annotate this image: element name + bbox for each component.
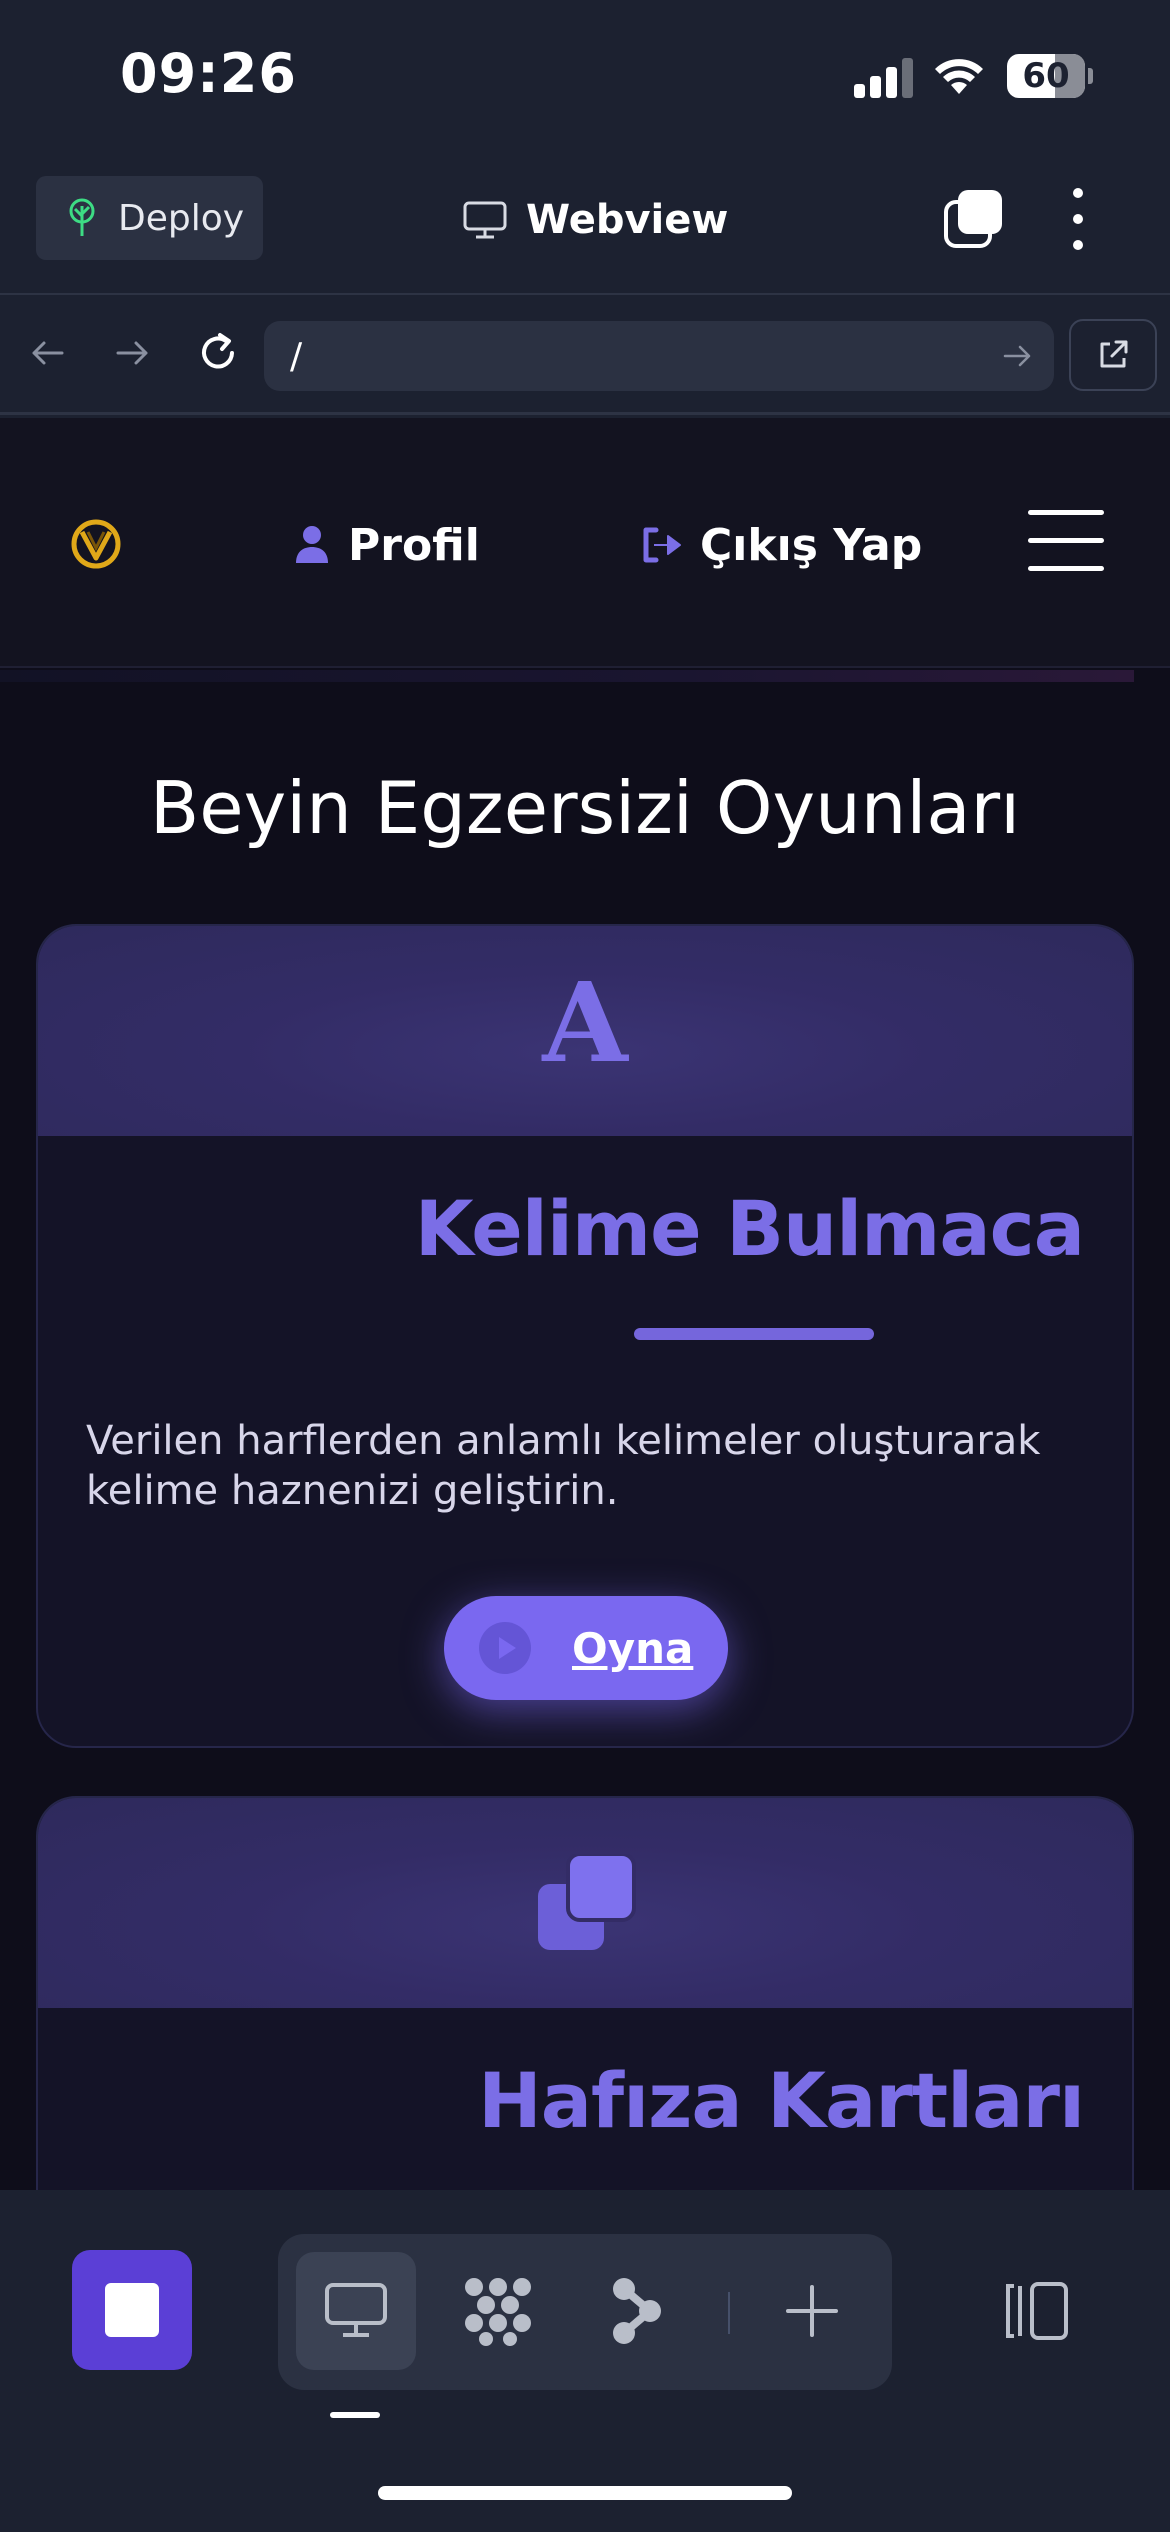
cluster-icon (465, 2278, 531, 2346)
more-options-icon[interactable] (1066, 188, 1090, 250)
battery-level: 60 (1022, 56, 1070, 96)
wifi-icon (935, 59, 983, 94)
url-text: / (290, 335, 303, 377)
tabs-icon[interactable] (942, 188, 1004, 250)
add-tool-button[interactable] (752, 2252, 872, 2370)
stop-button[interactable] (72, 2250, 192, 2370)
webview-content: Profil Çıkış Yap Beyin Egzersizi Oyunlar… (0, 418, 1170, 2190)
letter-a-icon: A (542, 958, 628, 1087)
apps-tool-button[interactable] (438, 2252, 558, 2370)
deploy-button[interactable]: Deploy (36, 176, 263, 260)
cards-icon (538, 1854, 636, 1950)
card-header (38, 1798, 1132, 2008)
forward-arrow-icon[interactable] (112, 333, 152, 373)
deploy-label: Deploy (118, 197, 245, 239)
play-icon (479, 1622, 531, 1674)
hamburger-menu-icon[interactable] (1028, 510, 1104, 574)
stop-icon (105, 2283, 159, 2337)
status-time: 09:26 (120, 42, 297, 105)
external-link-icon (1100, 340, 1128, 368)
panel-layout-icon[interactable] (1000, 2280, 1072, 2342)
battery-indicator: 60 (1007, 54, 1085, 98)
tree-icon (69, 198, 95, 236)
dock-tools (278, 2234, 892, 2390)
logout-icon (643, 527, 681, 563)
logout-label: Çıkış Yap (700, 519, 923, 571)
play-button[interactable]: Oyna (444, 1596, 728, 1700)
card-title: Hafıza Kartları (478, 2056, 1085, 2145)
accent-strip (0, 670, 1134, 682)
open-external-button[interactable] (1069, 319, 1157, 391)
logout-link[interactable]: Çıkış Yap (640, 510, 922, 580)
user-icon (296, 526, 328, 563)
card-title: Kelime Bulmaca (414, 1184, 1085, 1273)
go-arrow-icon[interactable] (1002, 341, 1032, 371)
site-navbar: Profil Çıkış Yap (0, 418, 1170, 668)
back-arrow-icon[interactable] (28, 333, 68, 373)
webview-tab-title: Webview (462, 190, 728, 250)
url-input[interactable]: / (264, 321, 1054, 391)
site-logo-icon[interactable] (70, 518, 122, 570)
branch-icon (613, 2278, 661, 2344)
page-title: Beyin Egzersizi Oyunları (149, 766, 1021, 850)
url-bar: / (0, 297, 1170, 415)
webview-title: Webview (526, 197, 729, 243)
status-bar: 09:26 60 (0, 0, 1170, 160)
bottom-dock (0, 2190, 1170, 2532)
app-toolbar: Deploy Webview (0, 160, 1170, 295)
signal-icon (854, 56, 914, 98)
profile-label: Profil (348, 519, 480, 571)
battery-nub (1088, 68, 1093, 84)
active-tool-indicator (330, 2412, 380, 2418)
webview-tool-button[interactable] (296, 2252, 416, 2370)
agent-tool-button[interactable] (578, 2252, 698, 2370)
card-header: A (38, 926, 1132, 1136)
title-underline (634, 1328, 874, 1340)
card-description: Verilen harflerden anlamlı kelimeler olu… (86, 1418, 1041, 1514)
home-indicator[interactable] (378, 2486, 792, 2500)
game-card-hafiza-kartlari: Hafıza Kartları (36, 1796, 1134, 2190)
plus-icon (786, 2285, 838, 2337)
monitor-icon (325, 2283, 387, 2337)
reload-icon[interactable] (196, 331, 240, 375)
play-label: Oyna (572, 1623, 694, 1673)
dock-separator (728, 2292, 730, 2334)
monitor-icon (463, 201, 507, 239)
game-card-kelime-bulmaca: A Kelime Bulmaca Verilen harflerden anla… (36, 924, 1134, 1748)
profile-link[interactable]: Profil (294, 510, 480, 580)
